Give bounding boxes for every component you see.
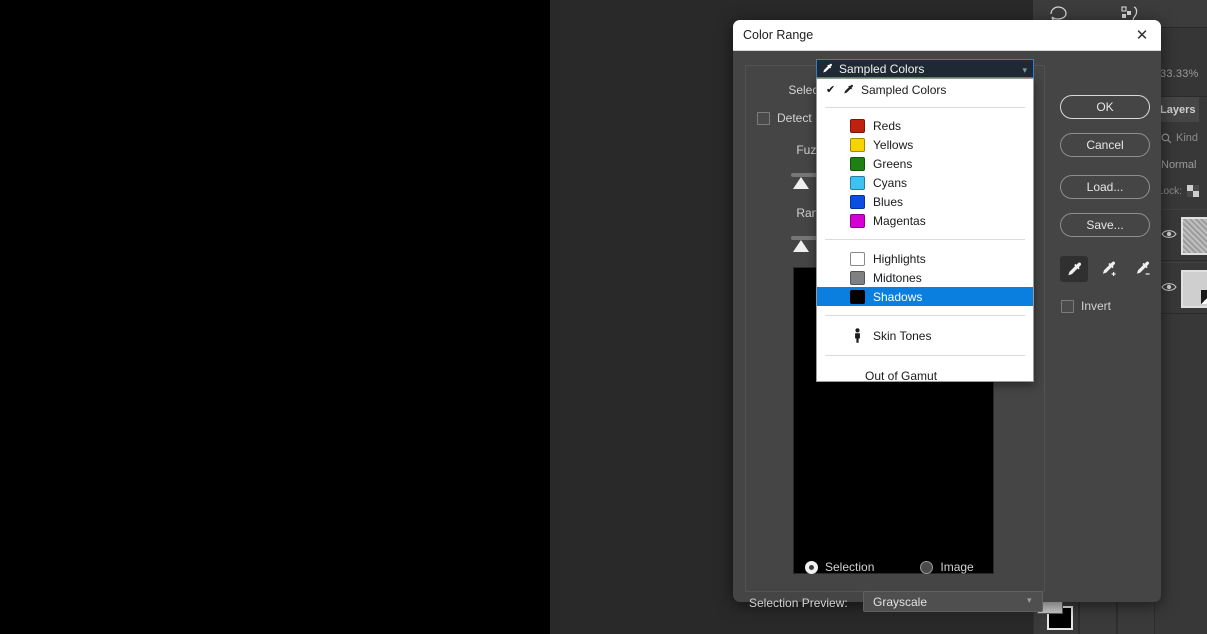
table-row[interactable] (1155, 262, 1207, 314)
select-combo-popup[interactable]: ✔ Sampled Colors Reds Yellows Greens Cya… (816, 78, 1034, 385)
page-title: Color Range (743, 28, 814, 42)
selection-preview-label: Selection Preview: (749, 596, 848, 610)
color-swatch-icon (850, 251, 865, 266)
table-row[interactable] (1155, 209, 1207, 261)
eyedropper-icon (842, 83, 855, 96)
layer-thumbnail[interactable] (1181, 270, 1207, 308)
menu-item-label: Shadows (873, 289, 923, 304)
photoshop-window: 33.33% Layers Kind Normal Lock: Color Ra… (0, 0, 1207, 634)
layers-lock-row: Lock: (1155, 181, 1207, 201)
eyedropper-icon[interactable] (1060, 256, 1088, 282)
document-canvas[interactable] (0, 0, 550, 634)
select-combo-header[interactable]: Sampled Colors ▾ (816, 59, 1034, 78)
menu-item-yellows[interactable]: Yellows (817, 135, 1033, 154)
fuzziness-label: Fuzzi (796, 143, 825, 157)
search-icon (1161, 133, 1172, 144)
radio-image-label: Image (940, 560, 974, 574)
menu-divider (825, 355, 1025, 356)
blend-mode-select[interactable]: Normal (1155, 155, 1207, 175)
transparency-lock-icon[interactable] (1186, 185, 1199, 197)
radio-selection-label: Selection (825, 560, 875, 574)
color-swatch-icon (850, 137, 865, 152)
layers-filter-row[interactable]: Kind (1155, 127, 1207, 149)
close-icon[interactable]: ✕ (1127, 23, 1157, 48)
menu-item-label: Magentas (873, 213, 926, 228)
menu-item-label: Skin Tones (873, 328, 932, 343)
eyedropper-tools (1060, 256, 1156, 282)
menu-item-label: Sampled Colors (861, 83, 947, 97)
eyedropper-icon (821, 62, 834, 75)
layers-panel: Layers Kind Normal Lock: (1155, 96, 1207, 634)
menu-item-magentas[interactable]: Magentas (817, 211, 1033, 230)
menu-divider (825, 315, 1025, 316)
menu-item-label: Greens (873, 156, 913, 171)
invert-checkbox[interactable] (1061, 299, 1074, 313)
menu-item-greens[interactable]: Greens (817, 154, 1033, 173)
preview-mode-group: Selection Image (805, 560, 974, 574)
selection-preview-value: Grayscale (873, 595, 928, 609)
menu-item-out-of-gamut[interactable]: Out of Gamut (817, 366, 1033, 385)
zoom-level: 33.33% (1160, 68, 1199, 80)
radio-selection-dot[interactable] (805, 560, 818, 574)
menu-item-highlights[interactable]: Highlights (817, 249, 1033, 268)
slider-thumb[interactable] (793, 240, 809, 252)
ok-button[interactable]: OK (1060, 95, 1150, 119)
menu-item-cyans[interactable]: Cyans (817, 173, 1033, 192)
menu-item-label: Yellows (873, 137, 914, 152)
detect-faces-checkbox[interactable] (757, 111, 770, 125)
layers-filter-label: Kind (1176, 132, 1199, 144)
color-swatch-icon (850, 213, 865, 228)
menu-item-sampled-colors[interactable]: ✔ Sampled Colors (817, 79, 1033, 101)
menu-divider (825, 239, 1025, 240)
slider-thumb[interactable] (793, 177, 809, 189)
layer-thumbnail[interactable] (1181, 217, 1207, 255)
save-button[interactable]: Save... (1060, 213, 1150, 237)
layer-thumbnail-badge (1201, 290, 1207, 304)
menu-item-midtones[interactable]: Midtones (817, 268, 1033, 287)
invert-label: Invert (1081, 299, 1112, 313)
menu-item-label: Blues (873, 194, 904, 209)
color-swatch-icon (850, 118, 865, 133)
radio-image[interactable]: Image (920, 560, 974, 574)
cancel-button[interactable]: Cancel (1060, 133, 1150, 157)
selection-preview-select[interactable]: Grayscale ▾ (863, 591, 1043, 612)
menu-item-label: Cyans (873, 175, 908, 190)
radio-image-dot[interactable] (920, 560, 934, 574)
dialog-titlebar[interactable]: Color Range ✕ (733, 20, 1161, 51)
color-swatch-icon (850, 270, 865, 285)
eyedropper-subtract-icon[interactable] (1128, 256, 1156, 282)
chevron-down-icon: ▾ (1027, 595, 1032, 605)
load-button[interactable]: Load... (1060, 175, 1150, 199)
chevron-down-icon: ▾ (1022, 65, 1027, 75)
person-icon (850, 328, 865, 343)
menu-item-label: Out of Gamut (865, 368, 938, 383)
color-swatch-icon (850, 289, 865, 304)
radio-selection[interactable]: Selection (805, 560, 874, 574)
menu-item-shadows[interactable]: Shadows (817, 287, 1033, 306)
eye-icon[interactable] (1161, 228, 1177, 241)
range-label: Rang (796, 206, 825, 220)
check-icon: ✔ (826, 84, 836, 96)
tab-layers[interactable]: Layers (1155, 97, 1199, 122)
eye-icon[interactable] (1161, 281, 1177, 294)
menu-item-label: Highlights (873, 251, 926, 266)
select-combo-value: Sampled Colors (839, 61, 925, 76)
invert-row[interactable]: Invert (1061, 299, 1111, 313)
menu-divider (825, 107, 1025, 108)
detect-faces-row[interactable]: Detect F (757, 111, 822, 125)
menu-item-skin-tones[interactable]: Skin Tones (817, 326, 1033, 345)
color-swatch-icon (850, 175, 865, 190)
menu-item-label: Midtones (873, 270, 922, 285)
color-swatch-icon (850, 156, 865, 171)
eyedropper-add-icon[interactable] (1094, 256, 1122, 282)
select-label: Select: (788, 83, 825, 97)
menu-item-blues[interactable]: Blues (817, 192, 1033, 211)
menu-item-label: Reds (873, 118, 902, 133)
menu-item-reds[interactable]: Reds (817, 116, 1033, 135)
color-swatch-icon (850, 194, 865, 209)
layers-lock-label: Lock: (1158, 185, 1182, 197)
